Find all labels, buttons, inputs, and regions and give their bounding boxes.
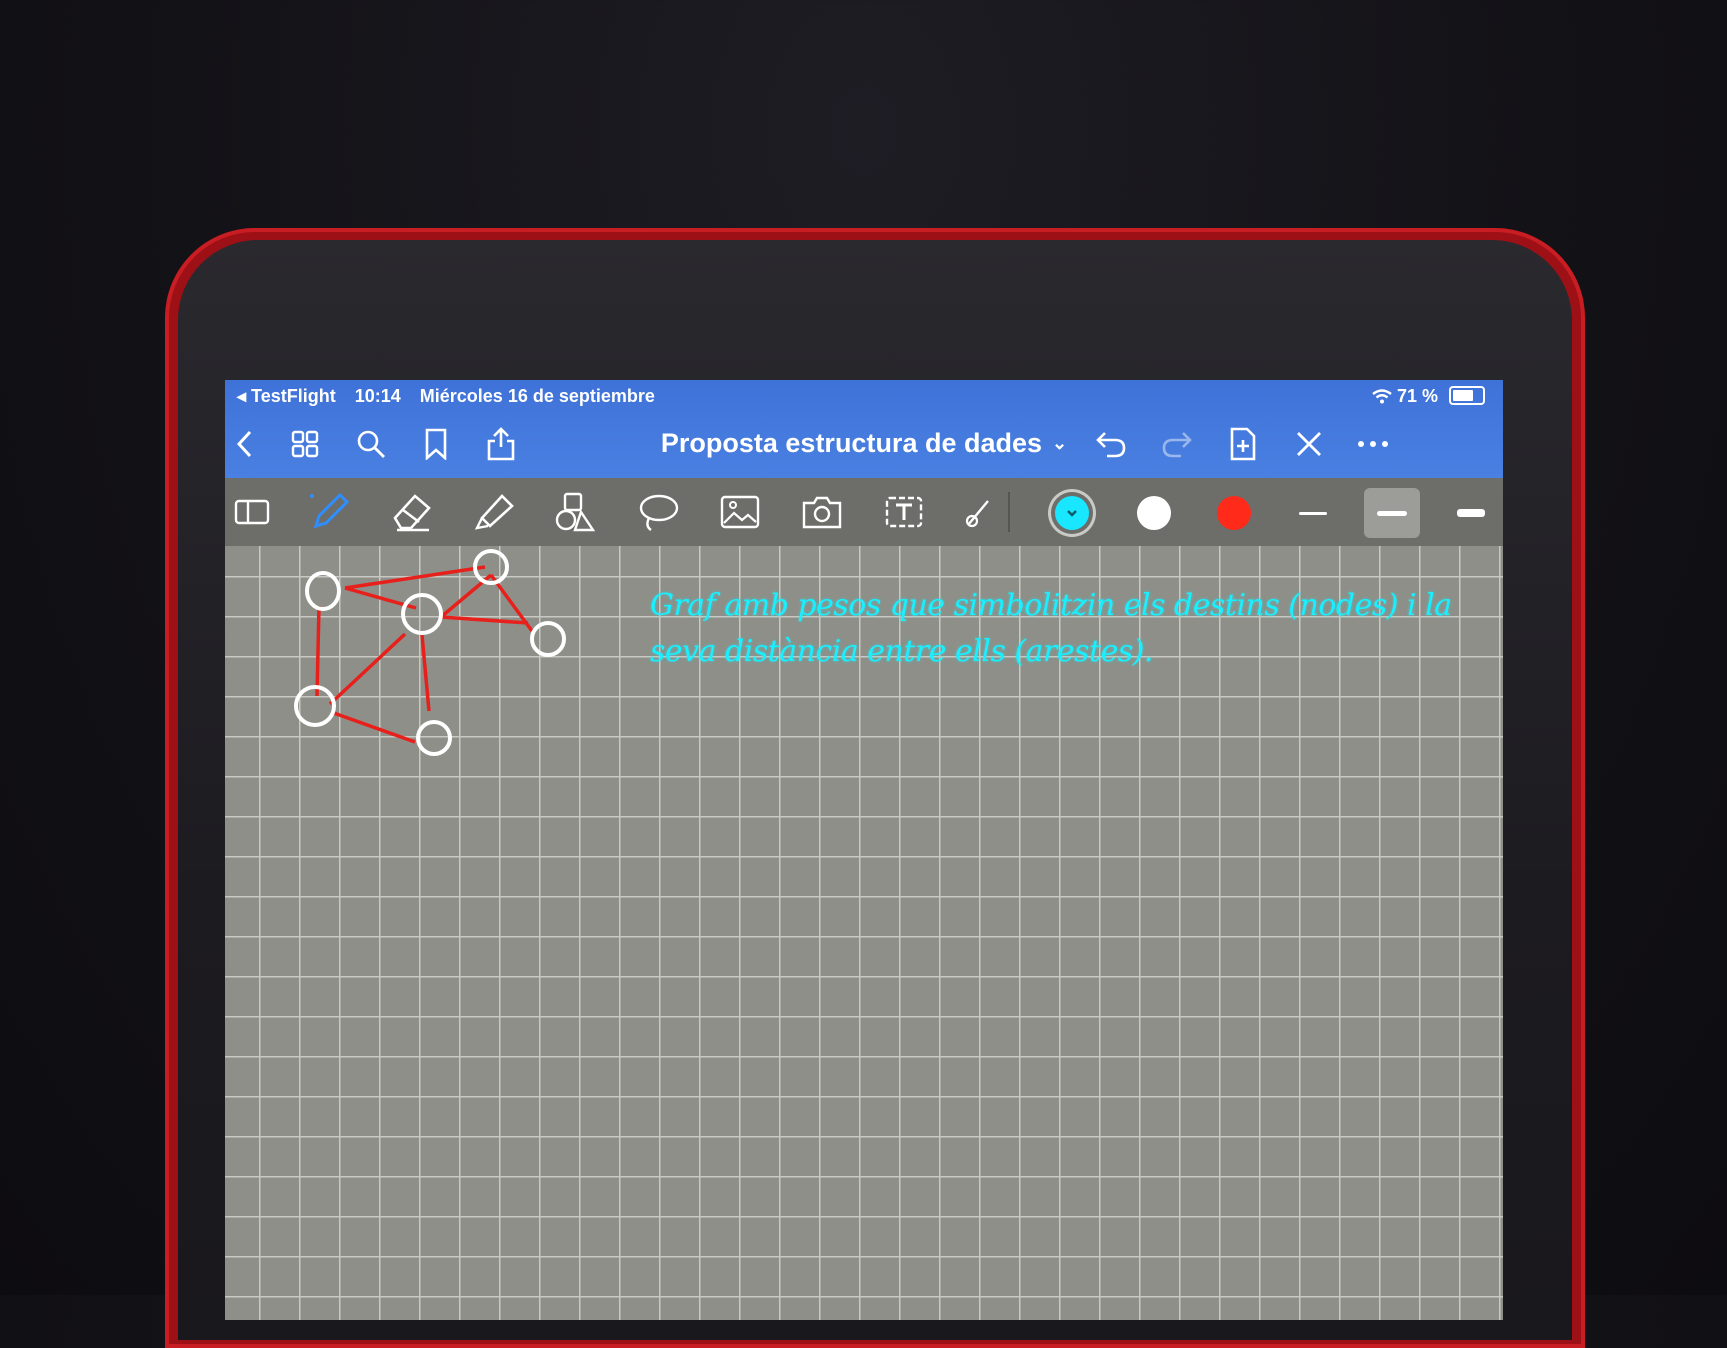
status-time: 10:14 [354, 386, 401, 406]
graph-edge [315, 605, 321, 697]
add-page-icon[interactable] [1225, 426, 1261, 462]
graph-edge [330, 710, 416, 744]
page-panel-icon[interactable] [229, 490, 275, 534]
handwritten-note-line-1: Graf amb pesos que simbolitzin els desti… [650, 588, 1452, 623]
top-bar: ◂ TestFlight 10:14 Miércoles 16 de septi… [225, 380, 1503, 478]
redo-icon[interactable] [1159, 426, 1195, 462]
wifi-icon [1372, 386, 1397, 406]
toolbar-divider [1008, 492, 1010, 532]
graph-node [305, 571, 341, 611]
lasso-icon[interactable] [635, 490, 681, 534]
stroke-thick-option[interactable] [1443, 488, 1499, 538]
document-title-text: Proposta estructura de dades [660, 428, 1043, 458]
pen-icon[interactable] [307, 490, 353, 534]
shapes-icon[interactable] [553, 490, 599, 534]
color-swatch-white[interactable] [1137, 496, 1171, 530]
stroke-thin-option[interactable] [1285, 488, 1341, 538]
graph-edge [440, 615, 529, 625]
tool-bar [225, 478, 1503, 547]
note-canvas[interactable]: Graf amb pesos que simbolitzin els desti… [225, 546, 1503, 1320]
graph-drawing [294, 549, 566, 756]
image-icon[interactable] [717, 490, 763, 534]
color-swatch-cyan[interactable] [1055, 496, 1089, 530]
graph-edge [344, 565, 486, 590]
camera-icon[interactable] [799, 490, 845, 534]
close-pen-icon[interactable] [1291, 426, 1327, 462]
graph-nodes [294, 549, 566, 756]
handwritten-note-line-2: seva distància entre ells (arestes). [650, 634, 1153, 669]
graph-edge [420, 634, 431, 712]
graph-node [530, 621, 566, 657]
stroke-medium-option[interactable] [1364, 488, 1420, 538]
nav-bar: Proposta estructura de dades ⌄ [225, 412, 1503, 478]
graph-node [401, 593, 443, 635]
chevron-down-icon: ⌄ [1052, 433, 1068, 453]
more-icon[interactable] [1355, 426, 1391, 462]
eraser-icon[interactable] [389, 490, 435, 534]
undo-icon[interactable] [1093, 426, 1129, 462]
status-bar: ◂ TestFlight 10:14 Miércoles 16 de septi… [225, 380, 1503, 412]
battery-icon [1449, 386, 1485, 405]
color-swatch-red[interactable] [1217, 496, 1251, 530]
back-to-app-link[interactable]: ◂ TestFlight [237, 386, 336, 406]
graph-node [294, 685, 336, 727]
status-date: Miércoles 16 de septiembre [419, 386, 655, 406]
highlighter-icon[interactable] [471, 490, 517, 534]
chevron-down-icon [1067, 510, 1077, 517]
graph-edge [328, 632, 407, 706]
battery-percent: 71 % [1396, 386, 1438, 406]
graph-node [416, 720, 452, 756]
laser-icon[interactable] [955, 490, 1001, 534]
text-icon[interactable] [881, 490, 927, 534]
ipad-screen: ◂ TestFlight 10:14 Miércoles 16 de septi… [225, 380, 1503, 1320]
